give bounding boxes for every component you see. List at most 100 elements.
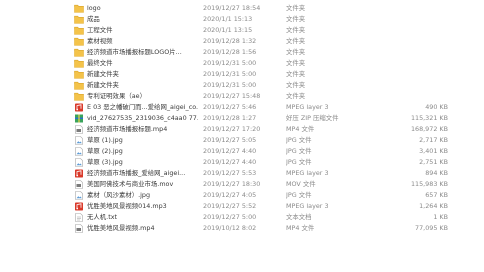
folder-icon [74, 69, 84, 80]
file-date: 2019/12/27 18:30 [203, 180, 261, 188]
video-file-icon [74, 223, 84, 234]
file-name: 经济频道市场播报标题.mp4 [87, 125, 168, 133]
file-date: 2019/12/28 1:32 [203, 37, 257, 45]
file-type: 文件夹 [286, 37, 306, 45]
folder-icon [74, 36, 84, 47]
image-file-icon [74, 190, 84, 201]
file-name: 优胜美地风景视频.mp4 [87, 224, 155, 232]
audio-file-icon [74, 102, 84, 113]
file-row[interactable]: 美国阿佛技术与商业市场.mov 2019/12/27 18:30 MOV 文件 115… [0, 179, 484, 190]
file-list: logo 2019/12/27 18:54 文件夹 成品 2020/1/1 15:13 文… [0, 0, 484, 272]
file-type: MP4 文件 [286, 125, 315, 133]
zip-file-icon [74, 113, 84, 124]
file-type: 文件夹 [286, 26, 306, 34]
folder-icon [74, 58, 84, 69]
file-size [380, 25, 448, 36]
file-row[interactable]: 成品 2020/1/1 15:13 文件夹 [0, 14, 484, 25]
file-size: 894 KB [425, 169, 448, 177]
file-size: 3,401 KB [419, 147, 448, 155]
file-type: 文件夹 [286, 59, 306, 67]
file-type: MPEG layer 3 [286, 169, 329, 177]
file-row[interactable]: 专利证明效果（ae） 2019/12/27 15:48 文件夹 [0, 91, 484, 102]
file-row[interactable]: 素材视频 2019/12/28 1:32 文件夹 [0, 36, 484, 47]
file-name: 成品 [87, 15, 100, 23]
folder-icon [74, 80, 84, 91]
file-size: 2,717 KB [419, 136, 448, 144]
file-row[interactable]: 最终文件 2019/12/31 5:00 文件夹 [0, 58, 484, 69]
video-file-icon [74, 124, 84, 135]
file-type: JPG 文件 [286, 191, 312, 199]
file-size [380, 47, 448, 58]
file-type: MPEG layer 3 [286, 202, 329, 210]
file-date: 2019/12/31 5:00 [203, 81, 257, 89]
file-name: 素材（风沙素材）.jpg [87, 191, 151, 199]
audio-file-icon [74, 168, 84, 179]
file-date: 2019/12/27 5:53 [203, 169, 257, 177]
file-date: 2019/12/27 4:40 [203, 147, 257, 155]
file-date: 2019/12/27 18:54 [203, 4, 261, 12]
folder-icon [74, 91, 84, 102]
file-size: 168,972 KB [410, 125, 448, 133]
file-name: 专利证明效果（ae） [87, 92, 146, 100]
file-size: 1,264 KB [419, 202, 448, 210]
file-name: 经济频道市场播报_爱给网_aigei... [87, 169, 186, 177]
file-name: E 03 恶之幡破门而...爱给网_aigei_co... [87, 103, 198, 111]
file-size: 115,321 KB [410, 114, 448, 122]
file-row[interactable]: 草原 (2).jpg 2019/12/27 4:40 JPG 文件 3,401 KB [0, 146, 484, 157]
file-row[interactable]: E 03 恶之幡破门而...爱给网_aigei_co... 2019/12/27 … [0, 102, 484, 113]
file-name: 草原 (3).jpg [87, 158, 123, 166]
file-name: 工程文件 [87, 26, 113, 34]
file-type: 文件夹 [286, 48, 306, 56]
file-type: MPEG layer 3 [286, 103, 329, 111]
file-row[interactable]: 新建文件夹 2019/12/31 5:00 文件夹 [0, 80, 484, 91]
file-row[interactable]: vid_27627535_2319036_c4aa0 77... 2019/12/… [0, 113, 484, 124]
file-size: 657 KB [425, 191, 448, 199]
file-name: 素材视频 [87, 37, 113, 45]
image-file-icon [74, 135, 84, 146]
folder-icon [74, 3, 84, 14]
file-row[interactable]: 经济频道市场播报标题LOGO片... 2019/12/28 1:56 文件夹 [0, 47, 484, 58]
file-row[interactable]: 经济频道市场播报标题.mp4 2019/12/27 17:20 MP4 文件 168,… [0, 124, 484, 135]
file-row[interactable]: logo 2019/12/27 18:54 文件夹 [0, 3, 484, 14]
file-name: 经济频道市场播报标题LOGO片... [87, 48, 182, 56]
file-date: 2019/12/27 17:20 [203, 125, 261, 133]
file-type: 好压 ZIP 压缩文件 [286, 114, 339, 122]
file-type: 文本文档 [286, 213, 312, 221]
file-size [380, 69, 448, 80]
file-row[interactable]: 优胜美地风景视频014.mp3 2019/12/27 5:52 MPEG layer… [0, 201, 484, 212]
file-row[interactable]: 工程文件 2020/1/1 13:15 文件夹 [0, 25, 484, 36]
file-date: 2019/12/27 4:05 [203, 191, 257, 199]
file-name: logo [87, 4, 101, 12]
file-date: 2019/12/28 1:56 [203, 48, 257, 56]
file-name: 最终文件 [87, 59, 113, 67]
file-date: 2019/12/27 5:46 [203, 103, 257, 111]
folder-icon [74, 25, 84, 36]
file-date: 2020/1/1 15:13 [203, 15, 253, 23]
file-row[interactable]: 优胜美地风景视频.mp4 2019/10/12 8:02 MP4 文件 77,095 … [0, 223, 484, 234]
file-size [380, 36, 448, 47]
file-row[interactable]: 草原 (1).jpg 2019/12/27 5:05 JPG 文件 2,717 KB [0, 135, 484, 146]
file-row[interactable]: 草原 (3).jpg 2019/12/27 4:40 JPG 文件 2,751 KB [0, 157, 484, 168]
file-date: 2019/12/27 4:40 [203, 158, 257, 166]
file-size [380, 80, 448, 91]
file-name: 新建文件夹 [87, 81, 119, 89]
image-file-icon [74, 146, 84, 157]
video-file-icon [74, 179, 84, 190]
file-type: 文件夹 [286, 81, 306, 89]
audio-file-icon [74, 201, 84, 212]
file-name: 新建文件夹 [87, 70, 119, 78]
file-row[interactable]: 素材（风沙素材）.jpg 2019/12/27 4:05 JPG 文件 657 KB [0, 190, 484, 201]
file-name: vid_27627535_2319036_c4aa0 77... [87, 114, 198, 122]
file-name: 美国阿佛技术与商业市场.mov [87, 180, 174, 188]
file-type: MOV 文件 [286, 180, 316, 188]
file-date: 2019/12/28 1:27 [203, 114, 257, 122]
file-date: 2019/12/31 5:00 [203, 59, 257, 67]
file-size [380, 14, 448, 25]
file-size: 115,983 KB [410, 180, 448, 188]
file-row[interactable]: 无人机.txt 2019/12/27 5:00 文本文档 1 KB [0, 212, 484, 223]
file-type: JPG 文件 [286, 136, 312, 144]
file-row[interactable]: 经济频道市场播报_爱给网_aigei... 2019/12/27 5:53 MPEG… [0, 168, 484, 179]
image-file-icon [74, 157, 84, 168]
file-size: 2,751 KB [419, 158, 448, 166]
file-row[interactable]: 新建文件夹 2019/12/31 5:00 文件夹 [0, 69, 484, 80]
